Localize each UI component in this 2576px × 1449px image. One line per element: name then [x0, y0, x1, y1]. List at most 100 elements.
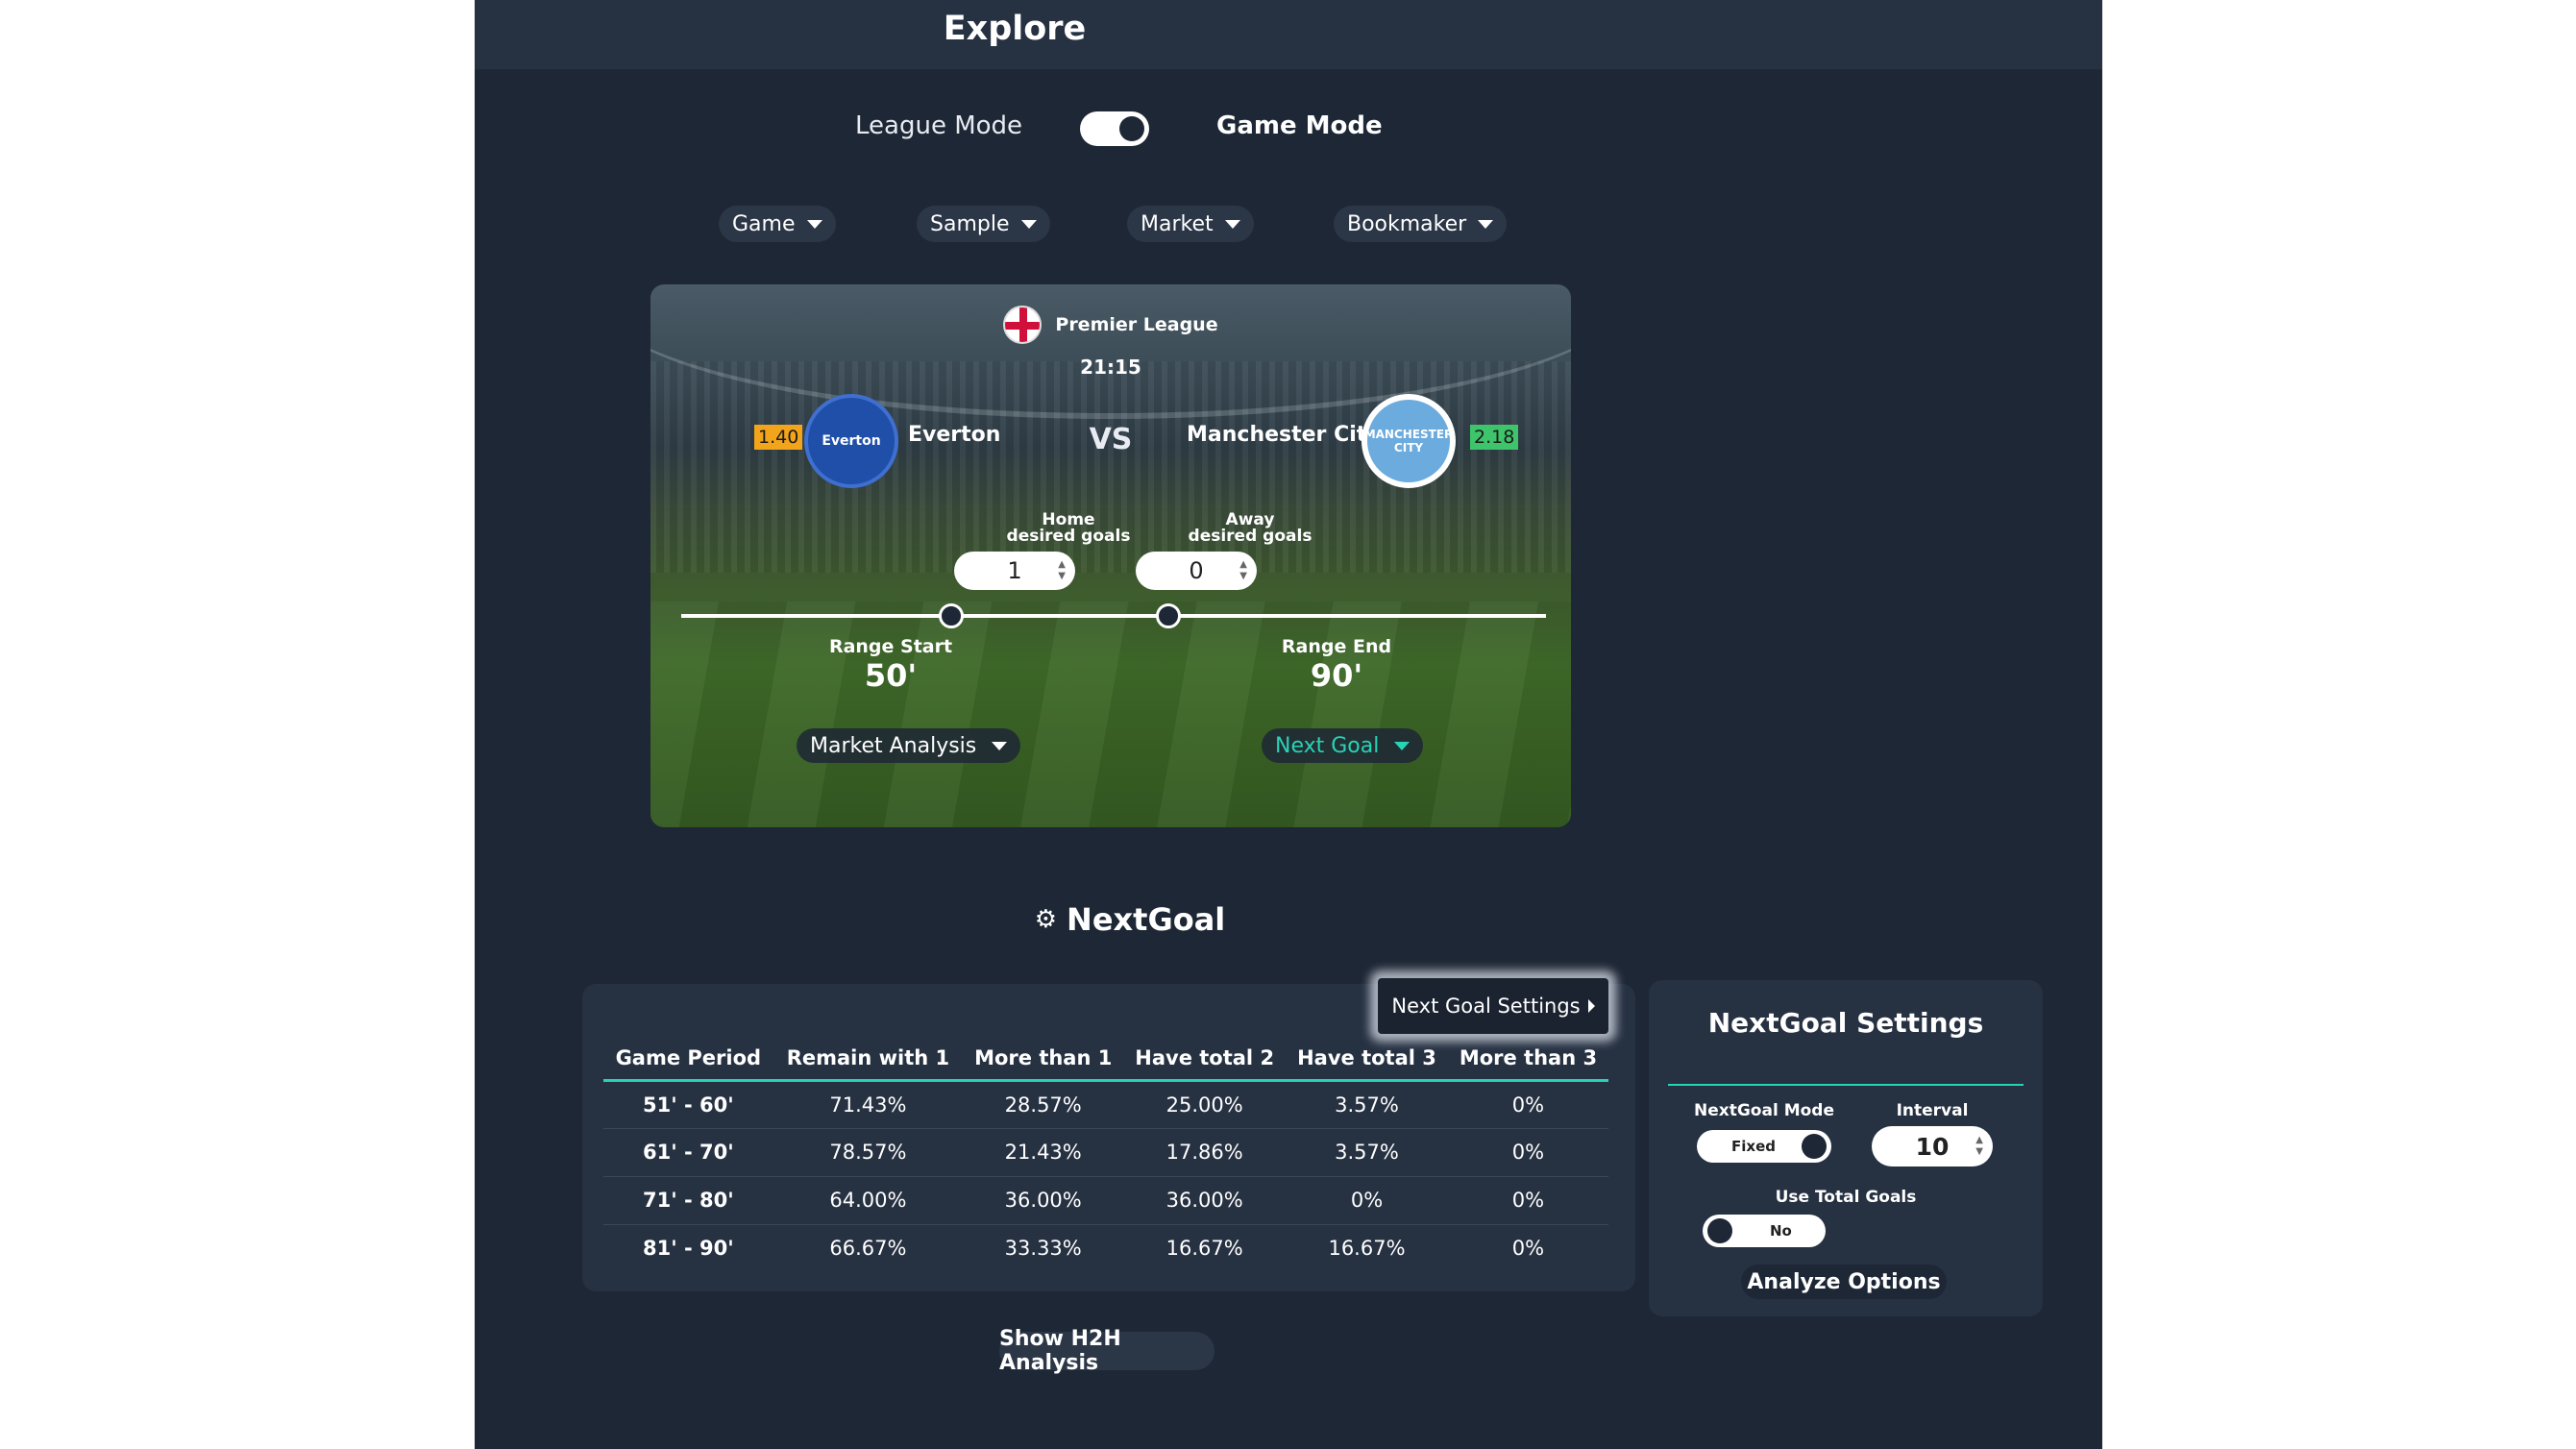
page-title: Explore — [943, 10, 1087, 48]
next-goal-settings-button[interactable]: Next Goal Settings — [1378, 978, 1608, 1034]
kickoff-time: 21:15 — [1080, 356, 1141, 379]
caret-down-icon — [1394, 741, 1411, 750]
table-cell: 17.86% — [1123, 1128, 1287, 1177]
stepper-arrows-icon[interactable]: ▲ ▼ — [1975, 1135, 1983, 1158]
nextgoal-section-title: ⚙ NextGoal — [475, 901, 1785, 938]
table-cell: 51' - 60' — [603, 1080, 773, 1129]
pitch-stripes — [650, 602, 1571, 827]
settings-divider — [1668, 1084, 2024, 1086]
use-total-goals-value: No — [1770, 1222, 1792, 1240]
caret-down-icon — [806, 219, 822, 229]
table-cell: 25.00% — [1123, 1080, 1287, 1129]
table-cell: 0% — [1447, 1080, 1608, 1129]
table-cell: 3.57% — [1286, 1080, 1448, 1129]
table-row: 81' - 90' 66.67% 33.33% 16.67% 16.67% 0% — [603, 1224, 1608, 1272]
table-cell: 71.43% — [773, 1080, 964, 1129]
away-odd-badge: 2.18 — [1470, 425, 1519, 450]
stepper-arrows-icon[interactable]: ▲ ▼ — [1239, 559, 1247, 582]
stepper-arrows-icon[interactable]: ▲ ▼ — [1058, 559, 1066, 582]
table-row: 61' - 70' 78.57% 21.43% 17.86% 3.57% 0% — [603, 1128, 1608, 1177]
range-end-value: 90' — [1310, 657, 1363, 694]
table-header-row: Game Period Remain with 1 More than 1 Ha… — [603, 1038, 1608, 1082]
market-dropdown-label: Market — [1141, 211, 1214, 236]
toggle-knob — [1707, 1218, 1732, 1243]
column-header: Game Period — [603, 1038, 773, 1082]
away-team-name: Manchester City — [1187, 423, 1381, 447]
home-goals-value: 1 — [1007, 557, 1022, 584]
away-goals-stepper[interactable]: 0 ▲ ▼ — [1136, 552, 1257, 590]
next-goal-settings-label: Next Goal Settings — [1391, 995, 1581, 1018]
analyze-options-button[interactable]: Analyze Options — [1741, 1265, 1947, 1299]
table-cell: 0% — [1511, 1237, 1545, 1261]
game-dropdown[interactable]: Game — [719, 206, 836, 242]
away-goals-label: Away desired goals — [1183, 512, 1317, 545]
next-goal-label: Next Goal — [1275, 733, 1380, 758]
table-cell: 71' - 80' — [603, 1176, 773, 1225]
header-bar: Explore — [475, 0, 2102, 69]
away-goals-label-line2: desired goals — [1188, 527, 1313, 546]
caret-down-icon — [1478, 219, 1494, 229]
table-cell: 61' - 70' — [603, 1128, 773, 1177]
use-total-goals-label: Use Total Goals — [1775, 1188, 1917, 1207]
match-card: Premier League 21:15 1.40 Everton Everto… — [650, 284, 1571, 827]
interval-label: Interval — [1896, 1101, 1969, 1120]
manchester-city-crest-icon: MANCHESTER CITY — [1362, 394, 1456, 488]
table-cell: 16.67% — [1328, 1237, 1406, 1261]
game-dropdown-label: Game — [732, 211, 796, 236]
market-dropdown[interactable]: Market — [1127, 206, 1254, 242]
mode-toggle[interactable] — [1080, 111, 1149, 146]
column-header: Remain with 1 — [773, 1038, 964, 1082]
nextgoal-mode-value: Fixed — [1731, 1138, 1776, 1155]
market-analysis-dropdown[interactable]: Market Analysis — [797, 728, 1021, 763]
home-goals-label: Home desired goals — [1001, 512, 1136, 545]
mode-toggle-knob — [1119, 116, 1144, 141]
table-cell: 16.67% — [1165, 1237, 1243, 1261]
use-total-goals-toggle[interactable]: No — [1703, 1215, 1826, 1247]
table-cell: 64.00% — [773, 1176, 964, 1225]
column-header: Have total 2 — [1123, 1038, 1287, 1082]
table-cell: 0% — [1286, 1176, 1448, 1225]
table-row: 51' - 60' 71.43% 28.57% 25.00% 3.57% 0% — [603, 1080, 1608, 1129]
home-goals-stepper[interactable]: 1 ▲ ▼ — [954, 552, 1075, 590]
table-row: 71' - 80' 64.00% 36.00% 36.00% 0% 0% — [603, 1176, 1608, 1225]
nextgoal-mode-toggle[interactable]: Fixed — [1697, 1130, 1831, 1163]
home-goals-label-line2: desired goals — [1006, 527, 1131, 546]
range-start-value: 50' — [864, 657, 918, 694]
league-row: Premier League — [650, 306, 1571, 344]
range-slider-track[interactable] — [681, 614, 1546, 618]
table-cell: 78.57% — [773, 1128, 964, 1177]
range-start-handle[interactable] — [939, 603, 964, 628]
nextgoal-mode-label: NextGoal Mode — [1694, 1101, 1834, 1120]
caret-down-icon — [1224, 219, 1240, 229]
table-cell: 3.57% — [1286, 1128, 1448, 1177]
show-h2h-analysis-button[interactable]: Show H2H Analysis — [999, 1327, 1214, 1375]
next-goal-dropdown[interactable]: Next Goal — [1262, 728, 1424, 763]
sample-dropdown[interactable]: Sample — [917, 206, 1050, 242]
range-end-label: Range End — [1281, 636, 1392, 657]
table-cell: 66.67% — [829, 1237, 907, 1261]
game-mode-label: Game Mode — [1216, 111, 1383, 140]
sample-dropdown-label: Sample — [930, 211, 1010, 236]
column-header: More than 3 — [1447, 1038, 1608, 1082]
market-analysis-label: Market Analysis — [810, 733, 977, 758]
column-header: More than 1 — [963, 1038, 1124, 1082]
table-cell: 36.00% — [963, 1176, 1124, 1225]
table-cell: 0% — [1447, 1128, 1608, 1177]
bookmaker-dropdown[interactable]: Bookmaker — [1334, 206, 1508, 242]
range-start-label: Range Start — [828, 636, 953, 657]
mode-switch-row: League Mode Game Mode — [475, 106, 2102, 152]
nextgoal-table: Game Period Remain with 1 More than 1 Ha… — [603, 1038, 1608, 1272]
soccer-ball-icon: ⚙ — [1034, 905, 1058, 934]
table-cell: 81' - 90' — [642, 1237, 734, 1261]
caret-right-icon — [1587, 999, 1595, 1013]
nextgoal-settings-panel: NextGoal Settings NextGoal Mode Interval… — [1649, 980, 2043, 1316]
app-window: Explore League Mode Game Mode Game Sampl… — [475, 0, 2102, 1449]
range-end-handle[interactable] — [1156, 603, 1181, 628]
caret-down-icon — [1020, 219, 1037, 229]
column-header: Have total 3 — [1286, 1038, 1448, 1082]
england-flag-icon — [1003, 306, 1043, 344]
interval-stepper[interactable]: 10 ▲ ▼ — [1872, 1126, 1993, 1167]
nextgoal-title: NextGoal — [1067, 901, 1226, 938]
interval-value: 10 — [1915, 1132, 1950, 1161]
settings-title: NextGoal Settings — [1707, 1007, 1984, 1039]
